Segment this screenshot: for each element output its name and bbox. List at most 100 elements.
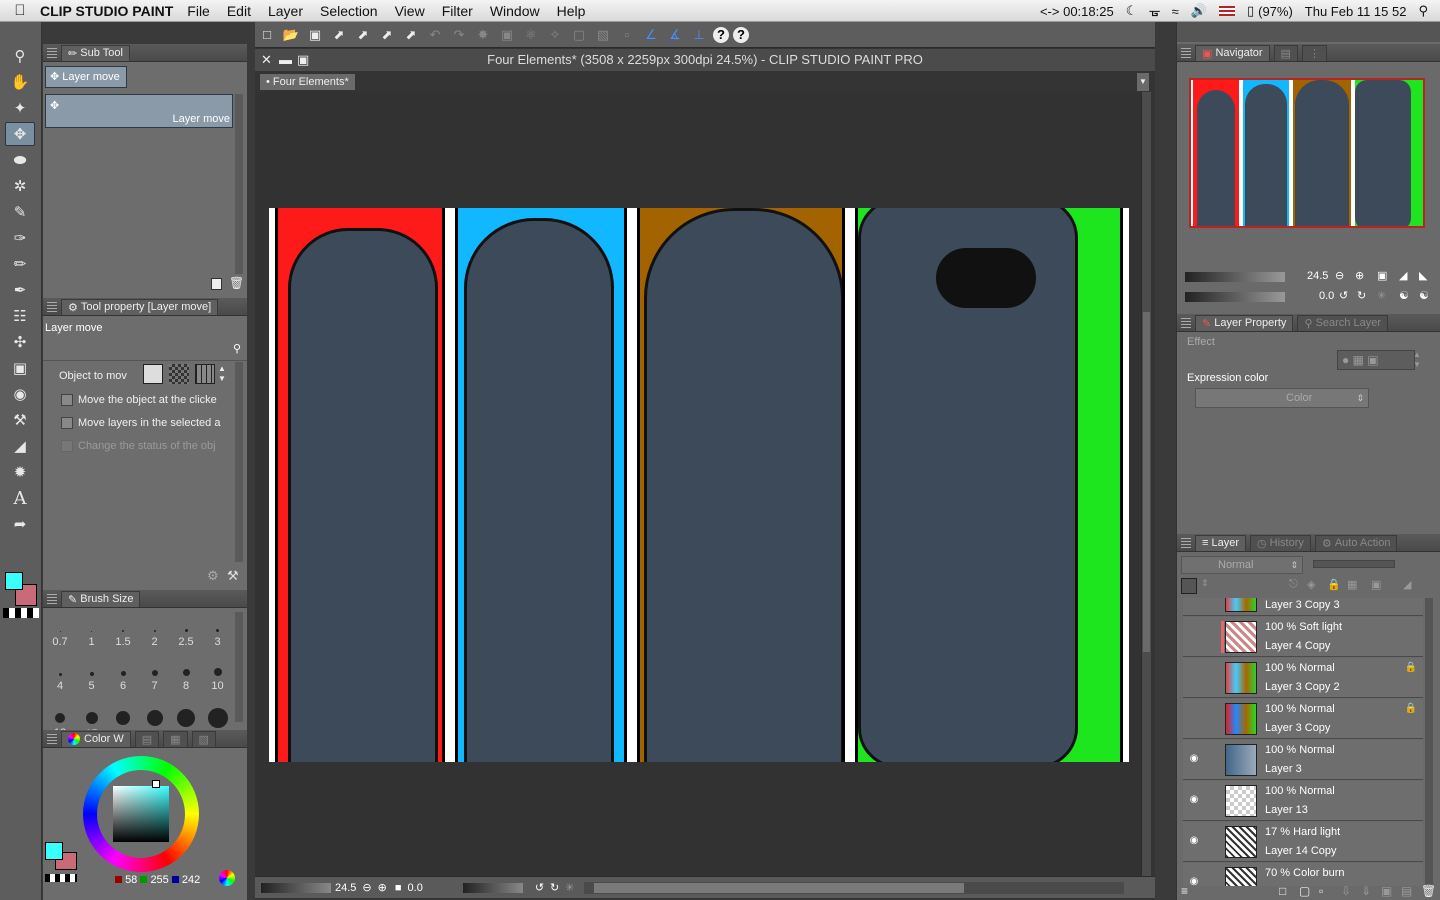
opacity-slider[interactable] bbox=[1313, 560, 1395, 568]
check-move-object-clicked[interactable]: Move the object at the clicke bbox=[61, 394, 231, 406]
eye-icon[interactable]: ◉ bbox=[1187, 876, 1201, 886]
wifi-icon[interactable]: ≈ bbox=[1172, 4, 1179, 19]
spotlight-icon[interactable]: ⚲ bbox=[1418, 3, 1428, 19]
apply-mask-icon[interactable]: ▤ bbox=[1401, 884, 1412, 898]
lock-icon[interactable]: 🔒 bbox=[1405, 703, 1417, 714]
layer-color-stepper[interactable]: ⇕ bbox=[1201, 578, 1209, 589]
nav-zoom-in-icon[interactable]: ⊕ bbox=[1355, 269, 1364, 282]
main-color-swatch[interactable] bbox=[5, 572, 23, 590]
color-history-tab[interactable]: ▧ bbox=[191, 730, 216, 747]
airbrush-tool-icon[interactable]: ☷ bbox=[5, 304, 35, 328]
transform-icon[interactable]: ▣ bbox=[497, 25, 517, 45]
sv-cursor[interactable] bbox=[152, 780, 160, 788]
new-subtool-icon[interactable] bbox=[211, 278, 222, 290]
nav-zoom-slider[interactable] bbox=[1185, 272, 1285, 282]
colorwheel-tab[interactable]: Color W bbox=[61, 730, 131, 747]
select-tool-icon-3[interactable]: ⬈ bbox=[377, 25, 397, 45]
clear-icon[interactable]: ✸ bbox=[473, 25, 493, 45]
open-file-icon[interactable]: 📂 bbox=[281, 25, 301, 45]
menu-filter[interactable]: Filter bbox=[442, 3, 473, 19]
toolprop-zoom-icon[interactable]: ⚲ bbox=[233, 342, 241, 355]
lasso-tool-icon[interactable]: ⬬ bbox=[5, 148, 35, 172]
panel-grip-icon[interactable] bbox=[47, 301, 57, 312]
clip-icon[interactable]: ⎋ bbox=[1289, 578, 1298, 591]
nav-rotate-right-icon[interactable]: ↻ bbox=[1357, 289, 1366, 302]
help-icon-1[interactable]: ? bbox=[713, 26, 729, 43]
nav-flip-h-icon[interactable]: ◢ bbox=[1399, 269, 1407, 282]
apple-icon[interactable]:  bbox=[0, 2, 40, 19]
lock-icon[interactable]: 🔒 bbox=[1327, 578, 1341, 591]
fill-tool-icon[interactable]: ⚒ bbox=[5, 408, 35, 432]
scroll-thumb[interactable] bbox=[594, 882, 965, 893]
brush-size-preset[interactable]: 2 bbox=[140, 612, 170, 654]
color-set-tab[interactable]: ▦ bbox=[163, 730, 188, 747]
subtool-scrollbar[interactable] bbox=[235, 94, 243, 274]
transfer-down-icon[interactable]: ⇩ bbox=[1341, 884, 1351, 898]
maximize-window-icon[interactable]: ▣ bbox=[297, 49, 309, 71]
menu-help[interactable]: Help bbox=[557, 3, 586, 19]
battery-icon[interactable]: ▯ bbox=[1247, 3, 1254, 19]
zoom-in-icon[interactable]: ⊕ bbox=[378, 881, 387, 894]
color-mode-icon[interactable] bbox=[219, 870, 235, 886]
checkbox[interactable] bbox=[61, 394, 73, 406]
scale-icon[interactable]: ✧ bbox=[545, 25, 565, 45]
layer-color-icon[interactable] bbox=[1181, 578, 1197, 594]
merge-down-icon[interactable]: ⇓ bbox=[1361, 884, 1371, 898]
layer-move-tool-icon[interactable]: ✥ bbox=[5, 122, 35, 146]
toolprop-tab[interactable]: ⚙ Tool property [Layer move] bbox=[61, 298, 219, 315]
new-folder-icon[interactable]: ▫ bbox=[1319, 884, 1323, 898]
brush-size-preset[interactable]: 2.5 bbox=[171, 612, 201, 654]
nav-fit-icon[interactable]: ▣ bbox=[1377, 269, 1387, 282]
menu-edit[interactable]: Edit bbox=[227, 3, 251, 19]
rotation-slider[interactable] bbox=[462, 882, 523, 893]
flag-icon[interactable] bbox=[1218, 6, 1235, 16]
lock-alpha-icon[interactable]: ▦ bbox=[1347, 578, 1357, 591]
magic-wand-tool-icon[interactable]: ✲ bbox=[5, 174, 35, 198]
panel-grip-icon[interactable] bbox=[1181, 537, 1191, 548]
mask-icon[interactable]: ▣ bbox=[1371, 578, 1381, 591]
brush-size-preset[interactable]: 1 bbox=[77, 612, 107, 654]
main-color-swatch[interactable] bbox=[45, 842, 63, 860]
timer-status[interactable]: <-> 00:18:25 bbox=[1040, 4, 1114, 19]
reference-icon[interactable]: ◈ bbox=[1307, 578, 1315, 591]
panel-grip-icon[interactable] bbox=[47, 593, 57, 604]
color-slider-tab[interactable]: ▤ bbox=[134, 730, 160, 747]
wrench-icon[interactable]: ⚒ bbox=[227, 568, 239, 584]
object-tool-icon[interactable]: ✦ bbox=[5, 96, 35, 120]
gradient-tool-icon[interactable]: ◢ bbox=[5, 434, 35, 458]
panel-grip-icon[interactable] bbox=[1181, 47, 1191, 58]
panel-grip-icon[interactable] bbox=[1181, 317, 1191, 328]
brush-tool-icon[interactable]: ✒ bbox=[5, 278, 35, 302]
layer-row[interactable]: ◉ 17 % Hard light Layer 14 Copy bbox=[1183, 822, 1423, 862]
brush-size-preset[interactable]: 7 bbox=[140, 656, 170, 698]
mask-layer-icon[interactable]: ▣ bbox=[1381, 884, 1392, 898]
menu-file[interactable]: File bbox=[187, 3, 210, 19]
brush-size-preset[interactable]: 0.7 bbox=[45, 612, 75, 654]
effect-stepper[interactable]: ▲ ▼ bbox=[1413, 350, 1423, 370]
nav-rotate-left-icon[interactable]: ↺ bbox=[1339, 289, 1348, 302]
artwork-canvas[interactable] bbox=[269, 208, 1129, 762]
reset-rotation-icon[interactable]: ✳ bbox=[565, 881, 574, 894]
zoom-out-icon[interactable]: ⊖ bbox=[362, 881, 371, 894]
blend-mode-select[interactable]: Normal ⇕ bbox=[1181, 556, 1303, 574]
brush-size-preset[interactable]: 5 bbox=[77, 656, 107, 698]
select-tool-icon-1[interactable]: ⬈ bbox=[329, 25, 349, 45]
check-move-layers-selected[interactable]: Move layers in the selected a bbox=[61, 417, 231, 429]
nav-reset-rotation-icon[interactable]: ✳ bbox=[1377, 289, 1386, 302]
subtool-tab[interactable]: ✏ Sub Tool bbox=[61, 44, 130, 61]
info-tab[interactable]: ⋮ bbox=[1301, 44, 1327, 61]
checkbox[interactable] bbox=[61, 417, 73, 429]
layer-row[interactable]: ◉ 70 % Color burn bbox=[1183, 863, 1423, 886]
navigator-thumbnail[interactable] bbox=[1189, 78, 1425, 228]
zoom-tool-icon[interactable]: ⚲ bbox=[5, 44, 35, 68]
brush-size-preset[interactable]: 1.5 bbox=[108, 612, 138, 654]
layer-row[interactable]: 100 % Normal Layer 3 Copy 2 🔒 bbox=[1183, 658, 1423, 698]
lock-icon[interactable]: 🔒 bbox=[1405, 662, 1417, 673]
select-tool-icon-4[interactable]: ⬈ bbox=[401, 25, 421, 45]
brush-size-preset[interactable]: 10 bbox=[203, 656, 233, 698]
toolprop-scrollbar[interactable] bbox=[235, 362, 243, 562]
deselect-icon[interactable]: ▢ bbox=[569, 25, 589, 45]
horizontal-scrollbar[interactable] bbox=[584, 881, 1125, 894]
subtool-item-layer-move[interactable]: ✥ Layer move bbox=[45, 94, 233, 128]
invert-selection-icon[interactable]: ▧ bbox=[593, 25, 613, 45]
